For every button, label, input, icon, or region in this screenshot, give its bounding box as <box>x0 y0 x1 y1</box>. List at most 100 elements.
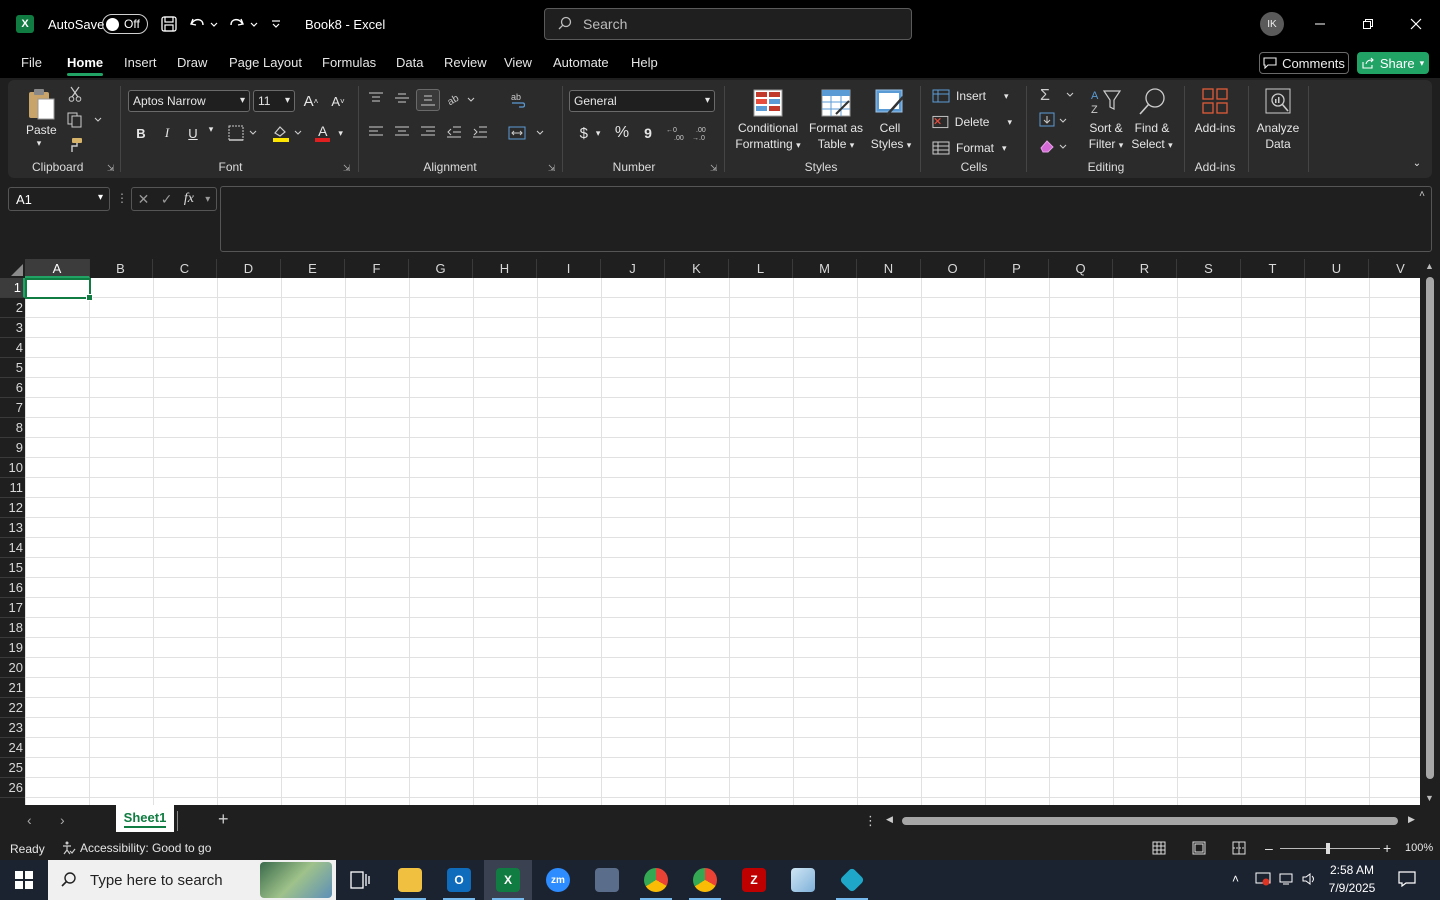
cell-styles-label-1[interactable]: Cell <box>870 120 910 136</box>
tab-review[interactable]: Review <box>444 55 487 70</box>
conditional-formatting-label-1[interactable]: Conditional <box>726 120 810 136</box>
alignment-launcher-icon[interactable]: ⇲ <box>548 163 556 174</box>
enter-formula-icon[interactable]: ✓ <box>161 191 173 208</box>
row-header-21[interactable]: 21 <box>0 678 25 698</box>
format-as-table-button[interactable]: Table ▾ <box>808 136 864 153</box>
format-cells-button[interactable]: Format ▾ <box>932 138 1012 158</box>
tab-data[interactable]: Data <box>396 55 423 70</box>
task-view-icon[interactable] <box>336 860 384 900</box>
vertical-scrollbar[interactable]: ▲ ▼ <box>1420 259 1440 805</box>
user-avatar[interactable]: IK <box>1260 12 1284 36</box>
tab-help[interactable]: Help <box>631 55 658 70</box>
row-header-19[interactable]: 19 <box>0 638 25 658</box>
column-header-g[interactable]: G <box>409 259 473 278</box>
save-icon[interactable] <box>160 0 178 48</box>
borders-icon[interactable] <box>228 124 264 142</box>
number-format-dropdown[interactable]: General ▾ <box>569 90 715 112</box>
align-right-icon[interactable] <box>420 124 436 140</box>
column-header-j[interactable]: J <box>601 259 665 278</box>
zoom-app-icon[interactable]: zm <box>534 860 582 900</box>
row-header-24[interactable]: 24 <box>0 738 25 758</box>
undo-icon[interactable] <box>188 0 218 48</box>
clear-icon[interactable] <box>1038 136 1078 156</box>
chrome-profile-icon[interactable] <box>681 860 729 900</box>
insert-function-icon[interactable]: fx <box>184 191 194 207</box>
row-header-18[interactable]: 18 <box>0 618 25 638</box>
horizontal-scroll-thumb[interactable] <box>902 817 1398 825</box>
filezilla-icon[interactable]: Z <box>730 860 778 900</box>
analyze-data-icon[interactable] <box>1263 86 1293 116</box>
notes-app-icon[interactable] <box>779 860 827 900</box>
column-header-t[interactable]: T <box>1241 259 1305 278</box>
share-button[interactable]: Share ▾ <box>1357 52 1429 74</box>
active-cell-a1[interactable] <box>25 278 93 301</box>
autosum-icon[interactable]: Σ <box>1038 84 1078 104</box>
column-header-h[interactable]: H <box>473 259 537 278</box>
increase-font-size-button[interactable]: A ˄ <box>301 90 321 112</box>
merge-center-icon[interactable] <box>508 124 548 142</box>
close-icon[interactable] <box>1393 0 1439 48</box>
wrap-text-icon[interactable]: ab <box>508 90 528 110</box>
column-header-a[interactable]: A <box>25 259 90 278</box>
add-ins-icon[interactable] <box>1200 86 1230 116</box>
add-ins-button-label[interactable]: Add-ins <box>1190 120 1240 136</box>
copy-icon[interactable] <box>66 111 102 129</box>
accessibility-status[interactable]: Accessibility: Good to go <box>62 841 211 855</box>
percent-button[interactable]: % <box>612 124 632 142</box>
sheet-tab-sheet1[interactable]: Sheet1 <box>116 805 174 832</box>
row-header-4[interactable]: 4 <box>0 338 25 358</box>
row-header-9[interactable]: 9 <box>0 438 25 458</box>
restore-icon[interactable] <box>1345 0 1391 48</box>
italic-button[interactable]: I <box>158 124 176 142</box>
row-header-15[interactable]: 15 <box>0 558 25 578</box>
zoom-slider-thumb[interactable] <box>1326 843 1330 854</box>
top-align-icon[interactable] <box>368 90 384 106</box>
more-options-icon[interactable]: ⋮ <box>116 191 128 205</box>
conditional-formatting-button[interactable]: Formatting ▾ <box>726 136 810 153</box>
search-box[interactable]: Search <box>544 8 912 40</box>
sort-filter-icon[interactable]: AZ <box>1088 86 1124 118</box>
row-header-23[interactable]: 23 <box>0 718 25 738</box>
column-header-l[interactable]: L <box>729 259 793 278</box>
notifications-icon[interactable] <box>1398 871 1416 892</box>
page-break-view-icon[interactable] <box>1232 841 1246 858</box>
font-name-dropdown[interactable]: Aptos Narrow ▾ <box>128 90 250 112</box>
tab-home[interactable]: Home <box>67 55 104 76</box>
column-header-v[interactable]: V <box>1369 259 1420 278</box>
row-header-20[interactable]: 20 <box>0 658 25 678</box>
row-header-8[interactable]: 8 <box>0 418 25 438</box>
row-header-26[interactable]: 26 <box>0 778 25 798</box>
clock-date[interactable]: 7/9/2025 <box>1322 881 1382 895</box>
decrease-decimal-icon[interactable]: .00 →.0 <box>692 124 714 142</box>
column-header-i[interactable]: I <box>537 259 601 278</box>
bottom-align-icon[interactable] <box>416 89 440 111</box>
select-all-icon[interactable] <box>11 264 23 276</box>
page-layout-view-icon[interactable] <box>1192 841 1206 858</box>
fill-color-icon[interactable] <box>271 123 305 143</box>
row-header-10[interactable]: 10 <box>0 458 25 478</box>
excel-taskbar-icon[interactable]: X <box>484 860 532 900</box>
format-as-table-icon[interactable] <box>820 88 852 118</box>
column-header-c[interactable]: C <box>153 259 217 278</box>
row-header-14[interactable]: 14 <box>0 538 25 558</box>
format-as-table-label-1[interactable]: Format as <box>808 120 864 136</box>
tab-insert[interactable]: Insert <box>124 55 157 70</box>
column-header-k[interactable]: K <box>665 259 729 278</box>
column-header-p[interactable]: P <box>985 259 1049 278</box>
font-color-button[interactable]: A ▾ <box>311 122 347 144</box>
next-sheet-icon[interactable]: › <box>60 812 65 828</box>
row-header-1[interactable]: 1 <box>0 278 25 298</box>
delete-cells-button[interactable]: Delete ▾ <box>932 112 1012 132</box>
find-select-button[interactable]: Select ▾ <box>1124 136 1180 153</box>
vertical-scroll-thumb[interactable] <box>1426 277 1434 779</box>
analyze-data-label-2[interactable]: Data <box>1252 136 1304 152</box>
format-painter-icon[interactable] <box>66 136 84 154</box>
tab-page-layout[interactable]: Page Layout <box>229 55 302 70</box>
row-header-2[interactable]: 2 <box>0 298 25 318</box>
middle-align-icon[interactable] <box>394 90 410 106</box>
row-header-11[interactable]: 11 <box>0 478 25 498</box>
calculator-icon[interactable] <box>583 860 631 900</box>
paste-icon[interactable] <box>24 86 58 124</box>
scroll-left-icon[interactable]: ◀ <box>886 814 893 825</box>
security-icon[interactable] <box>1255 872 1271 891</box>
